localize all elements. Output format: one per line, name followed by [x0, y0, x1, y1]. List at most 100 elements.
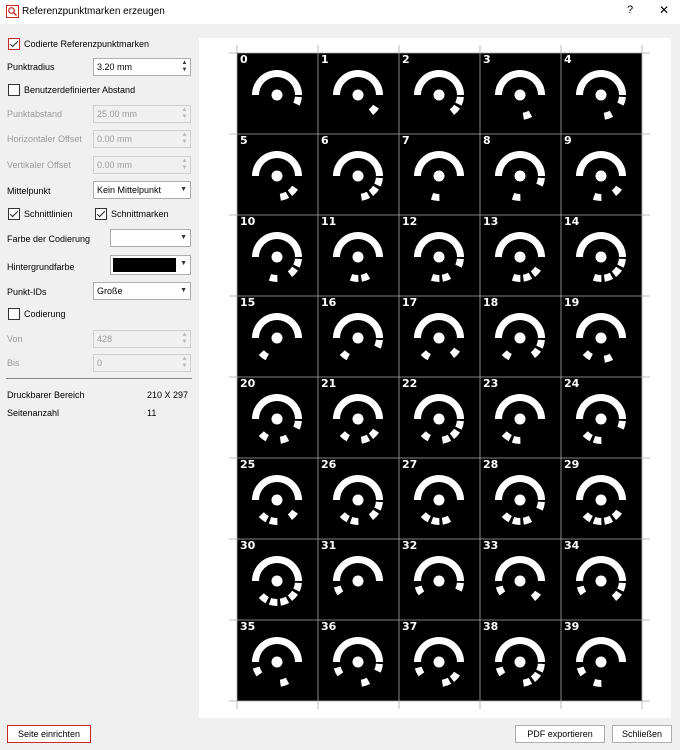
cut-lines-checkbox[interactable]: [8, 208, 20, 220]
marker-id-label: 23: [483, 377, 498, 390]
arrow-down-icon[interactable]: ▼: [180, 139, 189, 146]
help-button[interactable]: ?: [624, 4, 636, 16]
marker-center-dot: [514, 494, 526, 506]
arrow-up-icon[interactable]: ▲: [180, 158, 189, 165]
marker-center-dot: [514, 413, 526, 425]
marker-center-dot: [352, 170, 364, 182]
marker-center-dot: [514, 170, 526, 182]
coding-color-label: Farbe der Codierung: [7, 234, 91, 244]
vertical-offset-value: 0.00 mm: [97, 160, 133, 170]
marker-center-dot: [352, 413, 364, 425]
point-ids-select[interactable]: Große ▼: [93, 282, 191, 300]
print-preview-page: 0 1 2 3 4 5 6 7 8 9 10 11 12 13 14 15 16 17 18 19 20 21 22 23 24…: [199, 38, 671, 718]
page-count-value: 11: [147, 408, 157, 418]
marker-center-dot: [514, 332, 526, 344]
horizontal-offset-spinbox[interactable]: 0.00 mm ▲ ▼: [93, 130, 191, 148]
horizontal-offset-value: 0.00 mm: [97, 134, 133, 144]
arrow-up-icon[interactable]: ▲: [180, 107, 189, 114]
marker-center-dot: [595, 656, 607, 668]
marker-center-dot: [595, 89, 607, 101]
center-point-select[interactable]: Kein Mittelpunkt ▼: [93, 181, 191, 199]
center-point-label: Mittelpunkt: [7, 186, 51, 196]
chevron-down-icon: ▼: [180, 287, 187, 294]
from-spinbox[interactable]: 428 ▲ ▼: [93, 330, 191, 348]
close-button[interactable]: Schließen: [612, 725, 672, 743]
cut-marks-checkbox[interactable]: [95, 208, 107, 220]
chevron-down-icon: ▼: [180, 186, 187, 193]
marker-id-label: 8: [483, 134, 491, 147]
export-pdf-button[interactable]: PDF exportieren: [515, 725, 605, 743]
marker-center-dot: [514, 89, 526, 101]
coding-label: Codierung: [24, 309, 66, 319]
point-spacing-label: Punktabstand: [7, 109, 63, 119]
marker-id-label: 11: [321, 215, 336, 228]
marker-id-label: 18: [483, 296, 498, 309]
background-color-label: Hintergrundfarbe: [7, 262, 75, 272]
page-setup-button[interactable]: Seite einrichten: [7, 725, 91, 743]
marker-center-dot: [352, 89, 364, 101]
marker-center-dot: [595, 413, 607, 425]
marker-id-label: 19: [564, 296, 579, 309]
horizontal-offset-label: Horizontaler Offset: [7, 134, 82, 144]
search-magnifier-icon: [6, 5, 19, 18]
arrow-down-icon[interactable]: ▼: [180, 114, 189, 121]
point-ids-label: Punkt-IDs: [7, 287, 47, 297]
arrow-down-icon[interactable]: ▼: [180, 165, 189, 172]
marker-center-dot: [433, 413, 445, 425]
marker-id-label: 32: [402, 539, 417, 552]
marker-id-label: 15: [240, 296, 255, 309]
marker-center-dot: [352, 656, 364, 668]
marker-center-dot: [595, 494, 607, 506]
to-spinbox[interactable]: 0 ▲ ▼: [93, 354, 191, 372]
marker-center-dot: [271, 413, 283, 425]
marker-id-label: 1: [321, 53, 329, 66]
arrow-up-icon[interactable]: ▲: [180, 356, 189, 363]
close-window-button[interactable]: ✕: [657, 3, 671, 17]
marker-id-label: 26: [321, 458, 337, 471]
arrow-down-icon[interactable]: ▼: [180, 339, 189, 346]
page-count-label: Seitenanzahl: [7, 408, 60, 418]
marker-id-label: 36: [321, 620, 337, 633]
marker-id-label: 10: [240, 215, 256, 228]
marker-center-dot: [352, 575, 364, 587]
marker-id-label: 12: [402, 215, 417, 228]
separator: [6, 378, 192, 379]
marker-center-dot: [595, 575, 607, 587]
marker-id-label: 6: [321, 134, 329, 147]
background-color-picker[interactable]: ▼: [110, 255, 191, 275]
to-label: Bis: [7, 358, 20, 368]
coding-checkbox[interactable]: [8, 308, 20, 320]
arrow-up-icon[interactable]: ▲: [180, 132, 189, 139]
point-radius-label: Punktradius: [7, 62, 55, 72]
arrow-up-icon[interactable]: ▲: [180, 60, 189, 67]
cut-marks-label: Schnittmarken: [111, 209, 169, 219]
arrow-up-icon[interactable]: ▲: [180, 332, 189, 339]
coding-color-swatch: [113, 232, 176, 244]
arrow-down-icon[interactable]: ▼: [180, 363, 189, 370]
vertical-offset-spinbox[interactable]: 0.00 mm ▲ ▼: [93, 156, 191, 174]
marker-center-dot: [433, 332, 445, 344]
coded-markers-label: Codierte Referenzpunktmarken: [24, 39, 150, 49]
marker-id-label: 37: [402, 620, 417, 633]
coded-markers-checkbox[interactable]: [8, 38, 20, 50]
marker-center-dot: [433, 170, 445, 182]
marker-center-dot: [271, 575, 283, 587]
custom-spacing-checkbox[interactable]: [8, 84, 20, 96]
title-bar: Referenzpunktmarken erzeugen ? ✕: [0, 0, 680, 24]
marker-id-label: 31: [321, 539, 336, 552]
marker-center-dot: [595, 332, 607, 344]
print-area-value: 210 X 297: [147, 390, 189, 400]
marker-sheet: 0 1 2 3 45 6 7 8 910 11 12 13 1415 16 17 18 1920 21 22 23 24…: [229, 45, 650, 709]
marker-id-label: 34: [564, 539, 580, 552]
background-color-swatch: [113, 258, 176, 272]
window-title: Referenzpunktmarken erzeugen: [22, 6, 165, 17]
point-spacing-spinbox[interactable]: 25.00 mm ▲ ▼: [93, 105, 191, 123]
arrow-down-icon[interactable]: ▼: [180, 67, 189, 74]
marker-center-dot: [514, 656, 526, 668]
coding-color-picker[interactable]: ▼: [110, 229, 191, 247]
marker-center-dot: [271, 89, 283, 101]
marker-id-label: 5: [240, 134, 248, 147]
point-radius-spinbox[interactable]: 3.20 mm ▲ ▼: [93, 58, 191, 76]
marker-center-dot: [433, 575, 445, 587]
marker-id-label: 25: [240, 458, 255, 471]
